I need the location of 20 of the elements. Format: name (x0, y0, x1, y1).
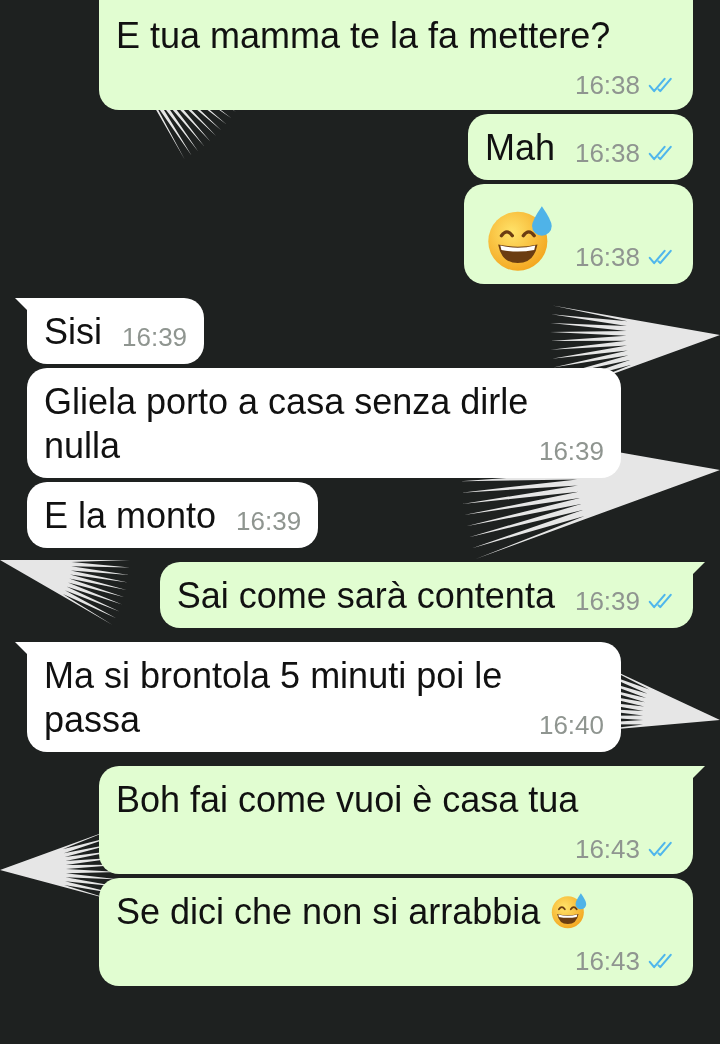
message-time: 16:43 (574, 834, 640, 864)
message-time: 16:38 (574, 70, 640, 100)
message-time: 16:39 (574, 586, 640, 616)
message-time: 16:39 (236, 506, 302, 536)
message-time: 16:38 (574, 138, 640, 168)
message-text: Sisi (44, 311, 102, 352)
message-time: 16:39 (538, 436, 604, 466)
message-text: Sai come sarà contenta (176, 575, 555, 616)
message-text: Ma si brontola 5 minuti poi le passa (44, 655, 503, 740)
message-text: E tua mamma te la fa mettere? (116, 15, 611, 56)
message-time: 16:39 (122, 322, 188, 352)
message-text: E la monto (44, 495, 217, 536)
message-time: 16:43 (574, 946, 640, 976)
message-text: Boh fai come vuoi è casa tua (116, 779, 579, 820)
message-text: Mah (484, 127, 555, 168)
message-text: Gliela porto a casa senza dirle nulla (44, 381, 529, 466)
message-text: Se dici che non si arrabbia (116, 891, 541, 932)
grinning-sweat-emoji-icon (550, 892, 589, 930)
message-time: 16:40 (538, 710, 604, 740)
message-time: 16:38 (574, 242, 640, 272)
